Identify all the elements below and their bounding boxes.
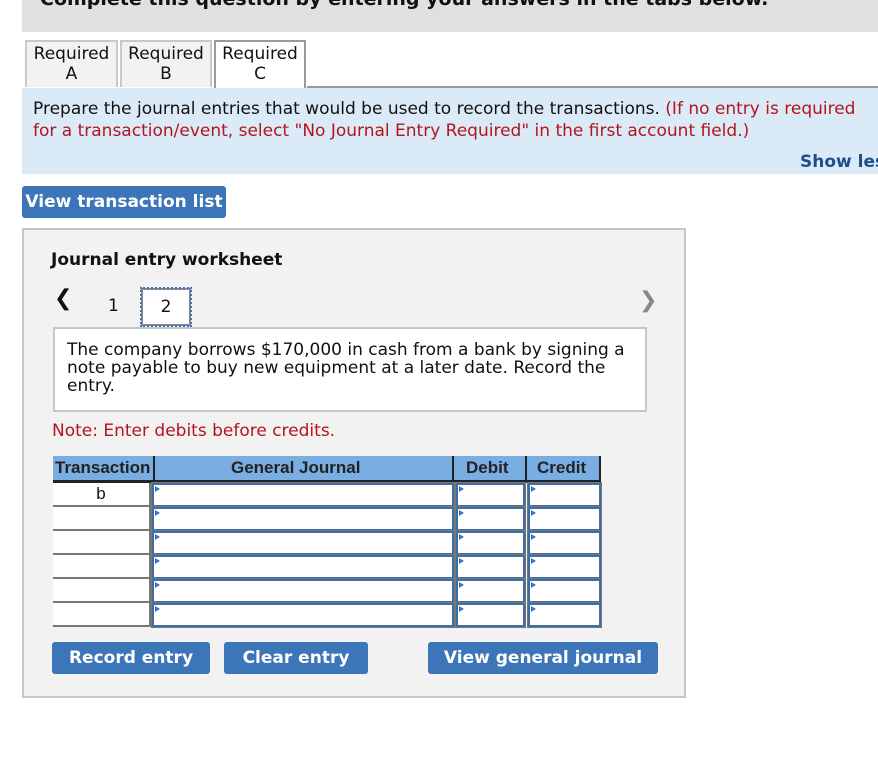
tab-required-c[interactable]: Required C: [214, 40, 306, 88]
transaction-description: The company borrows $170,000 in cash fro…: [53, 327, 647, 412]
account-input[interactable]: [152, 603, 454, 627]
header-debit: Debit: [466, 458, 509, 477]
debit-input[interactable]: [456, 555, 525, 579]
tab-required-b[interactable]: Required B: [120, 40, 212, 87]
header-transaction: Transaction: [55, 458, 151, 477]
tab-required-a[interactable]: Required A: [25, 40, 118, 87]
required-tabs: Required A Required B Required C: [25, 40, 308, 88]
transaction-cell: [53, 579, 149, 603]
debits-note: Note: Enter debits before credits.: [52, 421, 336, 441]
account-input[interactable]: [152, 555, 454, 579]
credit-input[interactable]: [528, 507, 601, 531]
credit-input[interactable]: [528, 483, 601, 507]
question-banner: Complete this question by entering your …: [22, 0, 878, 32]
instructions-note-2: for a transaction/event, select "No Jour…: [33, 121, 750, 141]
account-input[interactable]: [152, 507, 454, 531]
journal-table: Transaction General Journal Debit Credit…: [53, 456, 601, 627]
header-divider: [525, 456, 527, 480]
transaction-cell: [53, 555, 149, 579]
transaction-cell: [53, 531, 149, 555]
header-general-journal: General Journal: [231, 458, 361, 477]
table-row: [53, 603, 601, 627]
tab-label: Required: [222, 44, 298, 64]
transaction-cell: [53, 603, 149, 627]
instructions-text: Prepare the journal entries that would b…: [33, 98, 878, 142]
credit-input[interactable]: [528, 603, 601, 627]
credit-input[interactable]: [528, 555, 601, 579]
credit-input[interactable]: [528, 531, 601, 555]
debit-input[interactable]: [456, 507, 525, 531]
header-credit: Credit: [537, 458, 587, 477]
transaction-cell: b: [53, 483, 149, 507]
header-divider: [599, 456, 601, 480]
transaction-cell: [53, 507, 149, 531]
show-less-link[interactable]: Show less: [800, 152, 878, 172]
debit-input[interactable]: [456, 579, 525, 603]
chevron-right-icon[interactable]: ❯: [639, 288, 657, 313]
page-2-button[interactable]: 2: [140, 287, 192, 327]
clear-entry-button[interactable]: Clear entry: [224, 642, 368, 674]
debit-input[interactable]: [456, 531, 525, 555]
tab-label-letter: C: [254, 64, 266, 84]
record-entry-button[interactable]: Record entry: [52, 642, 210, 674]
instructions-note-1: (If no entry is required: [665, 99, 856, 119]
debit-input[interactable]: [456, 483, 525, 507]
tab-label-letter: A: [65, 64, 78, 84]
view-transaction-list-button[interactable]: View transaction list: [22, 186, 226, 218]
instructions-panel: Prepare the journal entries that would b…: [22, 88, 878, 174]
banner-text: Complete this question by entering your …: [40, 0, 768, 10]
account-input[interactable]: [152, 483, 454, 507]
table-row: [53, 507, 601, 531]
credit-input[interactable]: [528, 579, 601, 603]
tab-label: Required: [128, 44, 204, 64]
table-row: b: [53, 483, 601, 507]
journal-table-header: Transaction General Journal Debit Credit: [53, 456, 601, 483]
tab-label-letter: B: [160, 64, 172, 84]
worksheet-title: Journal entry worksheet: [51, 250, 283, 270]
table-row: [53, 555, 601, 579]
table-row: [53, 531, 601, 555]
journal-entry-worksheet: Journal entry worksheet ❮ 1 2 ❯ The comp…: [22, 228, 686, 698]
account-input[interactable]: [152, 579, 454, 603]
table-row: [53, 579, 601, 603]
header-divider: [153, 456, 155, 480]
instructions-main: Prepare the journal entries that would b…: [33, 99, 666, 119]
debit-input[interactable]: [456, 603, 525, 627]
tab-label: Required: [33, 44, 110, 64]
account-input[interactable]: [152, 531, 454, 555]
chevron-left-icon[interactable]: ❮: [54, 286, 72, 311]
view-general-journal-button[interactable]: View general journal: [428, 642, 658, 674]
header-divider: [452, 456, 454, 480]
page-1-button[interactable]: 1: [108, 296, 119, 316]
